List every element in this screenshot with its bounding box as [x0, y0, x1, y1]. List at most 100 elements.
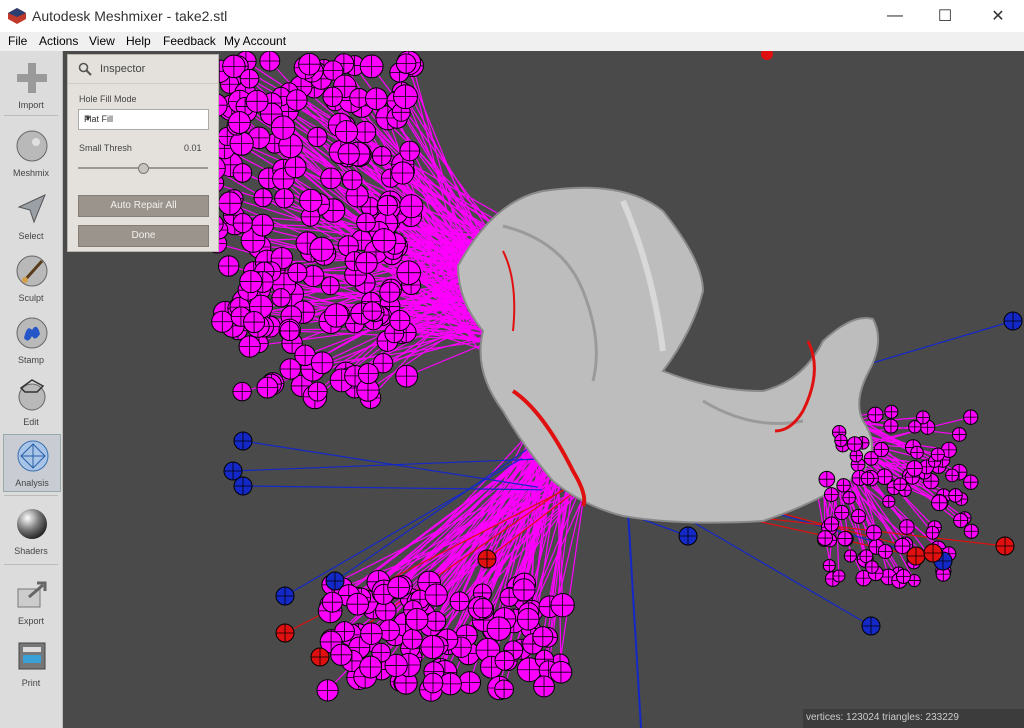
marker-ball[interactable] [275, 586, 295, 606]
marker-ball[interactable] [882, 494, 896, 509]
marker-ball[interactable] [834, 433, 848, 448]
marker-ball[interactable] [963, 409, 979, 425]
marker-ball[interactable] [389, 309, 411, 332]
marker-ball[interactable] [860, 471, 875, 486]
marker-ball[interactable] [324, 303, 349, 328]
marker-ball[interactable] [362, 301, 383, 321]
marker-ball[interactable] [899, 519, 915, 535]
small-thresh-slider-handle[interactable] [138, 163, 149, 174]
marker-ball[interactable] [232, 163, 253, 183]
marker-ball[interactable] [893, 477, 908, 492]
marker-ball[interactable] [424, 583, 448, 607]
tool-print[interactable]: Print [3, 635, 59, 691]
marker-ball[interactable] [906, 460, 923, 477]
marker-ball[interactable] [393, 84, 418, 110]
marker-ball[interactable] [346, 592, 370, 616]
marker-ball[interactable] [307, 126, 328, 148]
marker-ball[interactable] [873, 441, 889, 458]
tool-meshmix[interactable]: Meshmix [3, 125, 59, 181]
marker-ball[interactable] [307, 381, 328, 402]
marker-ball[interactable] [843, 549, 857, 563]
marker-ball[interactable] [239, 68, 260, 89]
marker-ball[interactable] [494, 679, 514, 700]
marker-ball[interactable] [883, 418, 899, 434]
close-button[interactable]: ✕ [975, 0, 1021, 32]
marker-ball[interactable] [355, 251, 378, 274]
marker-ball[interactable] [364, 87, 388, 111]
marker-ball[interactable] [401, 628, 423, 650]
tool-sculpt[interactable]: Sculpt [3, 250, 59, 306]
marker-ball[interactable] [533, 675, 555, 698]
marker-ball[interactable] [963, 523, 979, 539]
marker-ball[interactable] [420, 634, 445, 660]
marker-ball[interactable] [377, 194, 398, 216]
marker-ball[interactable] [930, 447, 945, 462]
marker-ball[interactable] [245, 89, 269, 113]
marker-ball[interactable] [486, 616, 512, 641]
tool-import[interactable]: Import [3, 57, 59, 113]
marker-ball[interactable] [321, 591, 343, 613]
marker-ball[interactable] [516, 607, 540, 631]
marker-ball[interactable] [239, 269, 263, 294]
tool-stamp[interactable]: Stamp [3, 312, 59, 368]
marker-ball[interactable] [963, 474, 979, 490]
marker-ball[interactable] [274, 188, 295, 209]
marker-ball[interactable] [951, 427, 967, 442]
marker-ball[interactable] [330, 643, 353, 666]
marker-ball[interactable] [227, 111, 251, 135]
marker-ball[interactable] [953, 512, 969, 529]
marker-ball[interactable] [233, 431, 253, 451]
marker-ball[interactable] [395, 53, 417, 74]
marker-ball[interactable] [865, 560, 879, 574]
auto-repair-all-button[interactable]: Auto Repair All [78, 195, 209, 217]
marker-ball[interactable] [861, 616, 881, 636]
marker-ball[interactable] [945, 468, 960, 483]
marker-ball[interactable] [823, 516, 840, 532]
marker-ball[interactable] [253, 188, 273, 208]
marker-ball[interactable] [822, 559, 836, 573]
marker-ball[interactable] [865, 524, 883, 541]
marker-ball[interactable] [396, 260, 422, 286]
marker-ball[interactable] [309, 236, 335, 262]
marker-ball[interactable] [399, 194, 424, 219]
marker-ball[interactable] [229, 131, 254, 156]
done-button[interactable]: Done [78, 225, 209, 247]
marker-ball[interactable] [310, 647, 330, 667]
marker-ball[interactable] [550, 593, 575, 618]
marker-ball[interactable] [287, 262, 308, 283]
marker-ball[interactable] [357, 363, 379, 385]
marker-ball[interactable] [322, 86, 343, 108]
marker-ball[interactable] [877, 543, 893, 559]
marker-ball[interactable] [320, 167, 342, 190]
tool-export[interactable]: Export [3, 573, 59, 629]
marker-ball[interactable] [1003, 311, 1023, 331]
marker-ball[interactable] [371, 228, 397, 253]
marker-ball[interactable] [337, 142, 360, 166]
marker-ball[interactable] [279, 320, 300, 342]
marker-ball[interactable] [275, 623, 295, 643]
marker-ball[interactable] [930, 494, 948, 512]
hole-fill-mode-select[interactable]: Flat Fill ▼ [78, 109, 209, 130]
marker-ball[interactable] [271, 288, 291, 308]
marker-ball[interactable] [906, 546, 926, 566]
marker-ball[interactable] [836, 478, 851, 493]
marker-ball[interactable] [286, 89, 308, 111]
marker-ball[interactable] [251, 213, 275, 237]
marker-ball[interactable] [325, 571, 345, 591]
marker-ball[interactable] [284, 156, 307, 179]
menu-file[interactable]: File [8, 34, 27, 48]
marker-ball[interactable] [532, 626, 554, 648]
marker-ball[interactable] [270, 115, 296, 140]
marker-ball[interactable] [832, 569, 846, 583]
marker-ball[interactable] [279, 358, 301, 380]
marker-ball[interactable] [923, 543, 943, 563]
marker-ball[interactable] [948, 488, 963, 503]
marker-ball[interactable] [391, 161, 415, 185]
red-marker[interactable] [761, 51, 773, 60]
marker-ball[interactable] [310, 351, 334, 375]
marker-ball[interactable] [867, 406, 884, 423]
menu-help[interactable]: Help [126, 34, 151, 48]
marker-ball[interactable] [233, 476, 253, 496]
minimize-button[interactable]: — [872, 0, 918, 32]
marker-ball[interactable] [876, 468, 893, 486]
